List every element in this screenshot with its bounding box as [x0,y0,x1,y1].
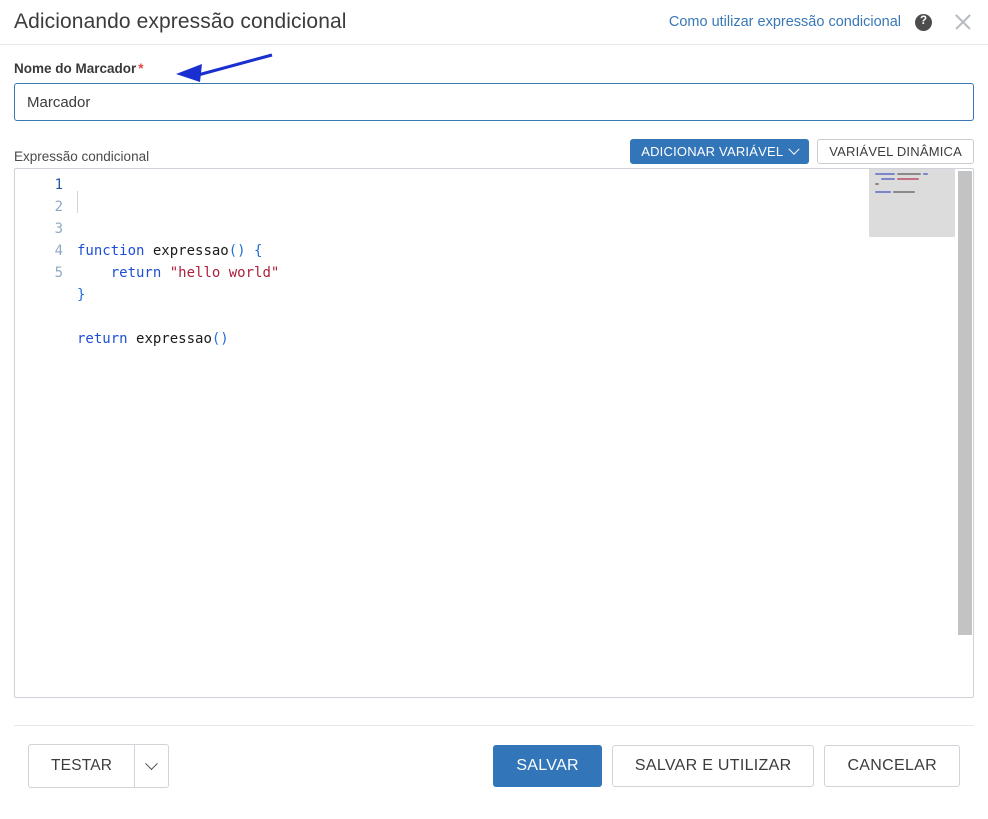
code-token [77,265,111,281]
editor-scrollbar-thumb[interactable] [958,171,972,635]
marker-name-label-text: Nome do Marcador [14,61,136,76]
code-token: expressao [136,331,212,347]
code-line [77,306,973,328]
code-token: "hello world" [170,265,280,281]
minimap-line [897,178,919,180]
code-minimap[interactable] [869,169,955,237]
minimap-line [897,173,921,175]
code-line: function expressao() { [77,240,973,262]
line-number: 4 [15,240,63,262]
editor-scrollbar[interactable] [957,169,973,697]
dialog-footer: TESTAR SALVAR SALVAR E UTILIZAR CANCELAR [14,726,974,788]
line-number: 5 [15,262,63,284]
code-content[interactable]: function expressao() { return "hello wor… [77,169,973,697]
code-token: { [254,243,262,259]
header-actions: Como utilizar expressão condicional ? [669,11,974,33]
line-number-gutter: 12345 [15,169,77,697]
minimap-line [881,178,895,180]
line-number: 1 [15,174,63,196]
code-token: return [111,265,162,281]
save-button[interactable]: SALVAR [493,745,602,787]
close-icon[interactable] [952,11,974,33]
code-token: expressao [153,243,229,259]
page-title: Adicionando expressão condicional [14,10,347,34]
code-token [246,243,254,259]
code-token [161,265,169,281]
code-area[interactable]: 12345 function expressao() { return "hel… [15,169,973,697]
dialog-body: Nome do Marcador* Expressão condicional … [0,61,988,788]
code-editor[interactable]: 12345 function expressao() { return "hel… [14,168,974,698]
required-asterisk: * [138,61,143,76]
save-and-use-button[interactable]: SALVAR E UTILIZAR [612,745,815,787]
add-variable-button[interactable]: ADICIONAR VARIÁVEL [630,139,809,164]
code-token [144,243,152,259]
cancel-button[interactable]: CANCELAR [824,745,960,787]
test-button[interactable]: TESTAR [28,744,134,788]
line-number: 2 [15,196,63,218]
add-variable-label: ADICIONAR VARIÁVEL [641,144,783,159]
code-token [128,331,136,347]
code-token: () [212,331,229,347]
expression-section-label: Expressão condicional [14,149,149,164]
expression-toolbar: ADICIONAR VARIÁVEL VARIÁVEL DINÂMICA [630,139,974,164]
minimap-line [893,191,915,193]
line-number: 3 [15,218,63,240]
code-line: return expressao() [77,328,973,350]
minimap-line [875,183,879,185]
code-token: function [77,243,144,259]
test-split-button: TESTAR [28,744,169,788]
code-line: return "hello world" [77,262,973,284]
chevron-down-icon [145,757,158,770]
test-dropdown-button[interactable] [134,744,169,788]
question-circle-icon[interactable]: ? [915,14,932,31]
minimap-line [875,173,895,175]
code-token: () [229,243,246,259]
help-link[interactable]: Como utilizar expressão condicional [669,14,901,30]
footer-actions: SALVAR SALVAR E UTILIZAR CANCELAR [493,745,960,787]
minimap-line [875,191,891,193]
code-token: return [77,331,128,347]
marker-name-input[interactable] [14,83,974,121]
expression-toolbar-row: Expressão condicional ADICIONAR VARIÁVEL… [14,136,974,164]
dialog-header: Adicionando expressão condicional Como u… [0,0,988,45]
indent-guide [77,191,78,213]
code-token: } [77,287,85,303]
marker-name-label: Nome do Marcador* [14,61,974,76]
dynamic-variable-button[interactable]: VARIÁVEL DINÂMICA [817,139,974,164]
chevron-down-icon [789,143,800,154]
minimap-line [923,173,928,175]
code-line: } [77,284,973,306]
